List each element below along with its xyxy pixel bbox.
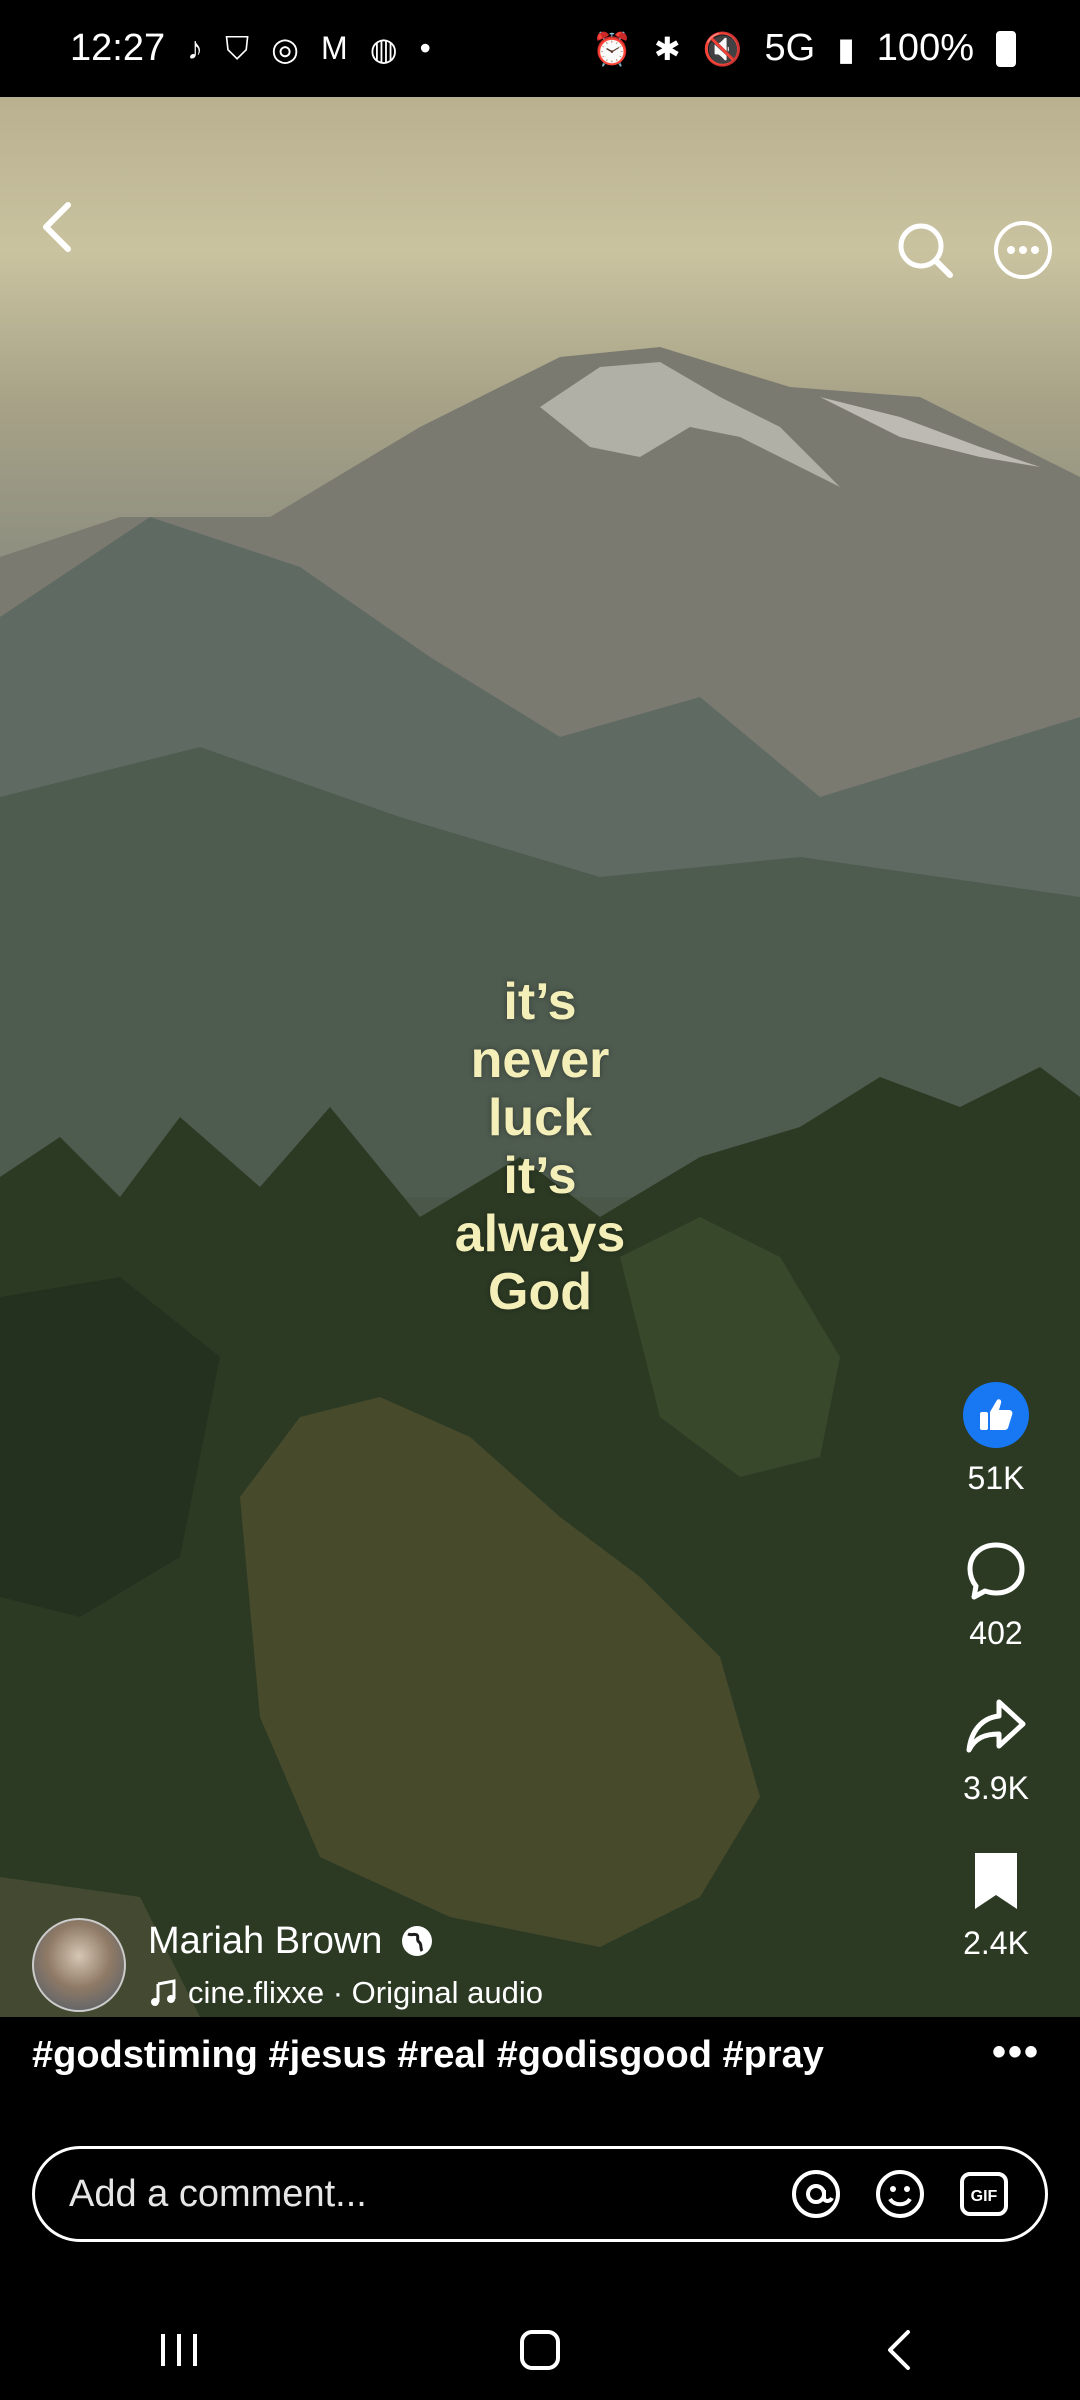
home-button[interactable] bbox=[500, 2320, 580, 2380]
overlay-line: God bbox=[488, 1263, 592, 1321]
status-left: 12:27 ♪ ⛉ ◎ M ◍ • bbox=[70, 27, 431, 70]
audio-label: cine.flixxe · Original audio bbox=[188, 1974, 543, 2010]
author-section: Mariah Brown cine.flixxe · Original audi… bbox=[32, 1918, 543, 2012]
save-count: 2.4K bbox=[963, 1925, 1029, 1961]
overlay-line: never bbox=[470, 1031, 610, 1089]
tiktok-icon: ♪ bbox=[187, 30, 204, 66]
battery-label: 100% bbox=[876, 27, 974, 69]
home-icon bbox=[520, 2330, 560, 2370]
overlay-line: always bbox=[454, 1205, 626, 1263]
like-button[interactable] bbox=[963, 1382, 1029, 1448]
author-name[interactable]: Mariah Brown bbox=[148, 1920, 382, 1963]
gif-icon: GIF bbox=[960, 2172, 1008, 2216]
video-overlay-text: it’s never luck it’s always God bbox=[0, 973, 1080, 1321]
svg-text:GIF: GIF bbox=[971, 2188, 998, 2205]
overlay-line: luck bbox=[487, 1089, 593, 1147]
signal-icon: ▮ bbox=[837, 30, 855, 67]
more-horizontal-icon bbox=[994, 221, 1052, 279]
recent-apps-icon bbox=[161, 2334, 197, 2366]
author-info: Mariah Brown cine.flixxe · Original audi… bbox=[148, 1920, 543, 2011]
post-caption[interactable]: #godstiming #jesus #real #godisgood #pra… bbox=[32, 2034, 824, 2077]
overlay-line: it’s bbox=[503, 1147, 577, 1205]
share-count: 3.9K bbox=[963, 1770, 1029, 1806]
back-button[interactable] bbox=[28, 195, 92, 259]
at-icon bbox=[792, 2170, 840, 2218]
mention-button[interactable] bbox=[789, 2167, 843, 2221]
app-icon: ◍ bbox=[369, 30, 398, 67]
comment-placeholder[interactable]: Add a comment... bbox=[69, 2173, 789, 2216]
avatar[interactable] bbox=[32, 1918, 126, 2012]
status-time: 12:27 bbox=[70, 27, 166, 69]
thumbs-up-icon bbox=[980, 1399, 1013, 1430]
emoji-button[interactable] bbox=[873, 2167, 927, 2221]
globe-icon bbox=[402, 1926, 433, 1956]
share-icon[interactable] bbox=[963, 1694, 1029, 1758]
save-action[interactable]: 2.4K bbox=[963, 1849, 1029, 1962]
share-action[interactable]: 3.9K bbox=[963, 1694, 1029, 1807]
comment-action[interactable]: 402 bbox=[964, 1539, 1028, 1652]
like-count: 51K bbox=[967, 1460, 1025, 1496]
like-action[interactable]: 51K bbox=[963, 1382, 1029, 1497]
music-note-icon bbox=[151, 1978, 176, 2006]
gmail-icon: M bbox=[321, 30, 348, 66]
network-label: 5G bbox=[764, 27, 816, 69]
smiley-icon bbox=[876, 2170, 924, 2218]
top-right-controls bbox=[892, 217, 1056, 283]
chrome-icon: ◎ bbox=[271, 30, 300, 67]
chevron-left-icon bbox=[43, 202, 71, 252]
comment-icons: GIF bbox=[789, 2167, 1011, 2221]
mute-icon: 🔇 bbox=[702, 30, 743, 67]
side-actions: 51K 402 3.9K 2.4K bbox=[936, 1382, 1056, 2004]
status-right: ⏰ ✱ 🔇 5G ▮ 100% bbox=[592, 27, 1016, 70]
system-back-button[interactable] bbox=[860, 2320, 940, 2380]
comment-input[interactable]: Add a comment... GIF bbox=[32, 2146, 1048, 2242]
bluetooth-icon: ✱ bbox=[653, 30, 681, 67]
dot-icon: • bbox=[419, 30, 431, 66]
search-button[interactable] bbox=[892, 217, 958, 283]
search-icon bbox=[898, 223, 953, 278]
video-player[interactable]: it’s never luck it’s always God bbox=[0, 97, 1080, 2017]
battery-icon bbox=[996, 30, 1016, 67]
status-bar: 12:27 ♪ ⛉ ◎ M ◍ • ⏰ ✱ 🔇 5G ▮ 100% bbox=[0, 0, 1080, 97]
comment-icon[interactable] bbox=[964, 1539, 1028, 1603]
recent-apps-button[interactable] bbox=[140, 2320, 220, 2380]
author-name-row: Mariah Brown bbox=[148, 1920, 543, 1963]
back-chevron-icon bbox=[888, 2330, 910, 2370]
system-nav-bar bbox=[0, 2300, 1080, 2400]
alarm-icon: ⏰ bbox=[591, 30, 632, 67]
overlay-line: it’s bbox=[503, 973, 577, 1031]
gif-button[interactable]: GIF bbox=[957, 2167, 1011, 2221]
bookmark-icon[interactable] bbox=[971, 1849, 1021, 1913]
caption-more-button[interactable]: ••• bbox=[992, 2030, 1040, 2075]
audio-row[interactable]: cine.flixxe · Original audio bbox=[148, 1975, 543, 2011]
shield-icon: ⛉ bbox=[225, 29, 250, 66]
more-options-button[interactable] bbox=[990, 217, 1056, 283]
comment-count: 402 bbox=[969, 1615, 1023, 1651]
